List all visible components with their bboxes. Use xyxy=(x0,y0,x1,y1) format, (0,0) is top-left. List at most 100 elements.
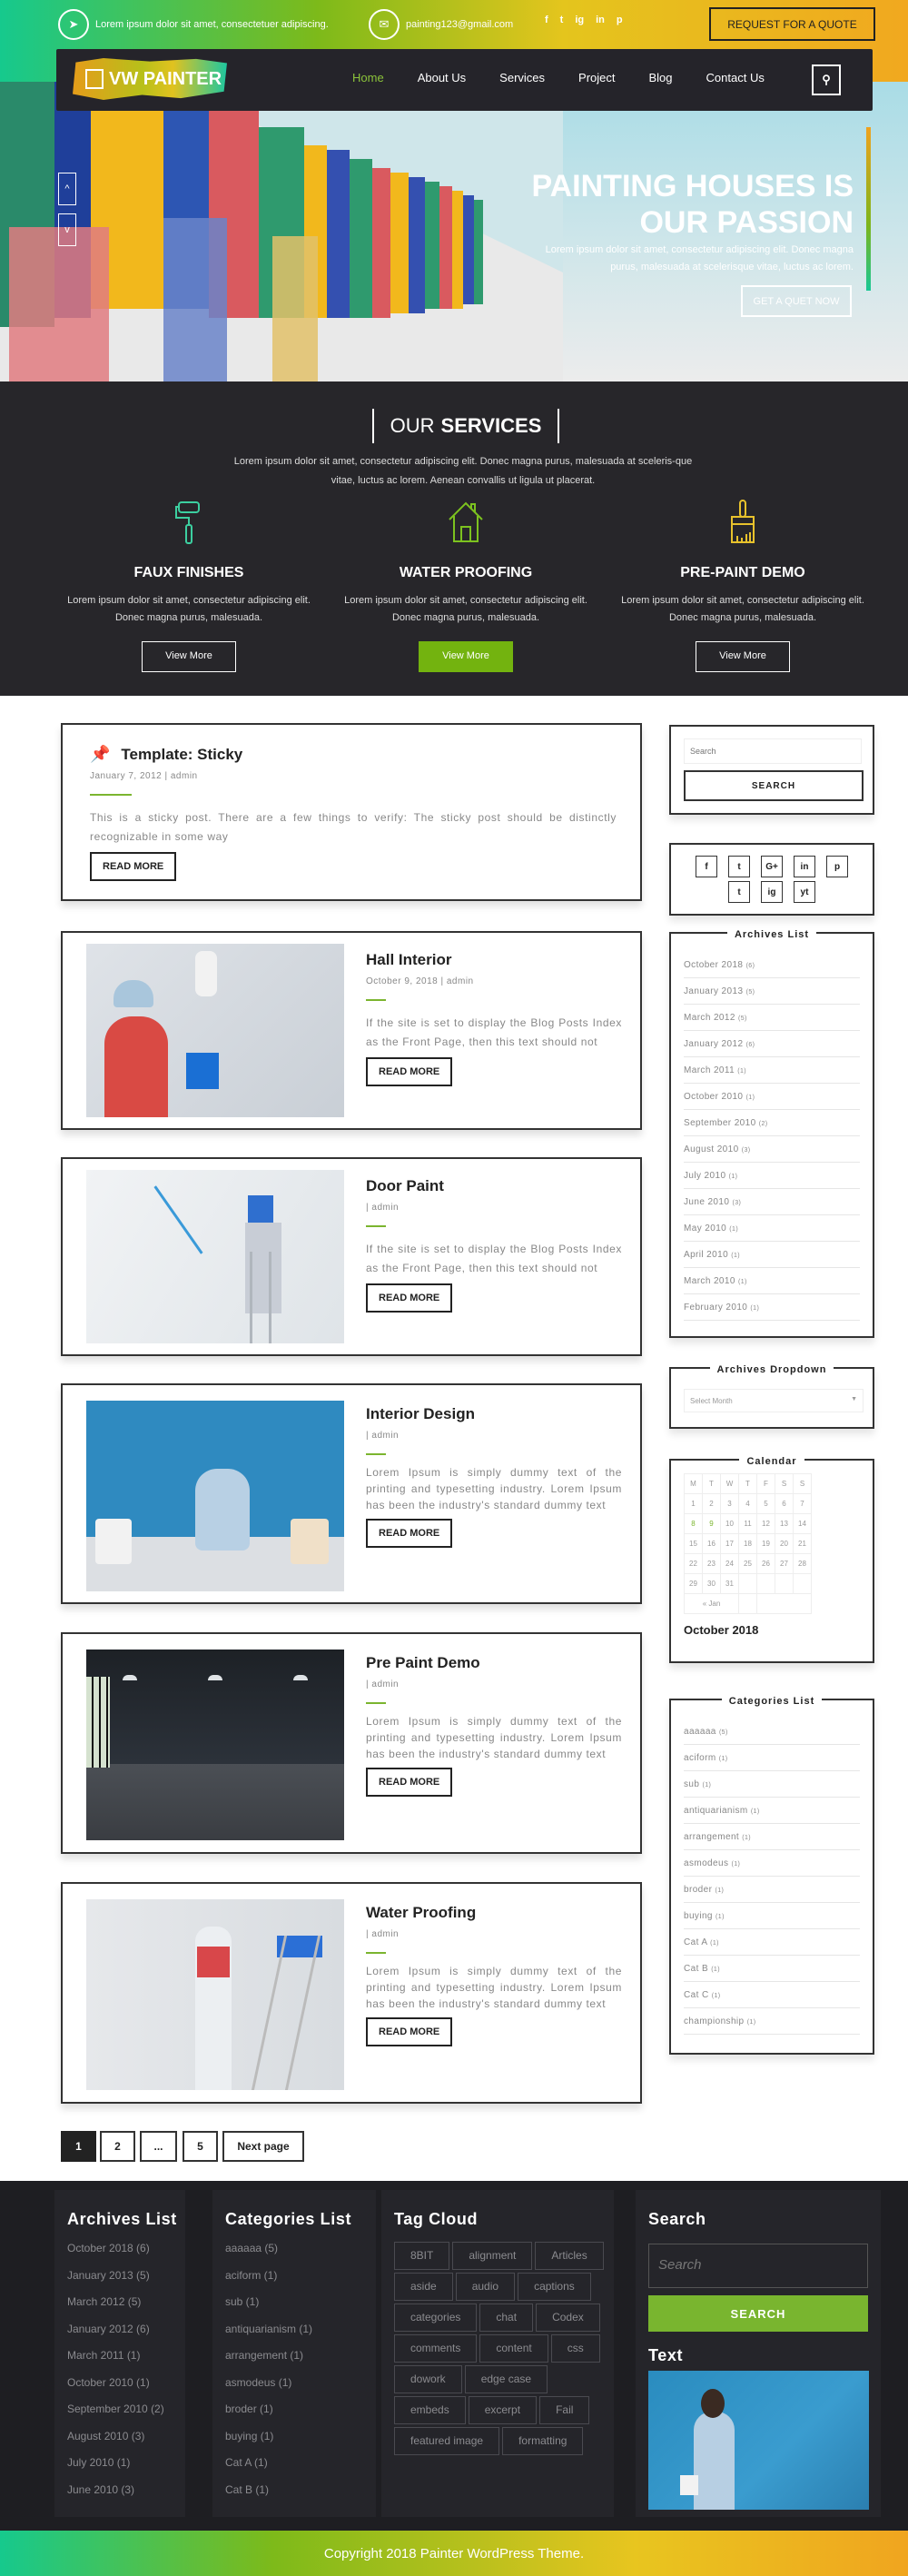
list-item-label[interactable]: March 2012 xyxy=(684,1013,738,1023)
list-item-label[interactable]: Cat A xyxy=(684,1937,710,1947)
footer-list-item[interactable]: March 2011 (1) xyxy=(67,2349,185,2376)
list-item[interactable]: Cat C (1) xyxy=(684,1982,860,2008)
post-image-water-proofing[interactable] xyxy=(86,1899,344,2090)
twitter-icon[interactable]: t xyxy=(560,15,564,25)
footer-search-input[interactable]: Search xyxy=(648,2244,868,2288)
footer-list-item[interactable]: March 2012 (5) xyxy=(67,2295,185,2323)
list-item[interactable]: Cat A (1) xyxy=(684,1929,860,1956)
pinterest-icon[interactable]: p xyxy=(826,856,848,877)
nav-blog[interactable]: Blog xyxy=(649,71,673,84)
pinterest-icon[interactable]: p xyxy=(617,15,623,25)
post-title[interactable]: Template: Sticky xyxy=(121,746,242,764)
list-item-label[interactable]: March 2010 xyxy=(684,1276,738,1286)
footer-list-item[interactable]: broder (1) xyxy=(225,2403,376,2430)
list-item-label[interactable]: broder xyxy=(684,1885,716,1895)
footer-list-item[interactable]: sub (1) xyxy=(225,2295,376,2323)
list-item[interactable]: arrangement (1) xyxy=(684,1824,860,1850)
list-item-label[interactable]: June 2010 xyxy=(684,1197,733,1207)
get-quote-button[interactable]: GET A QUET NOW xyxy=(741,285,852,317)
footer-list-item[interactable]: aaaaaa (5) xyxy=(225,2242,376,2269)
list-item[interactable]: July 2010 (1) xyxy=(684,1163,860,1189)
list-item[interactable]: January 2013 (5) xyxy=(684,978,860,1005)
instagram-icon[interactable]: ig xyxy=(575,15,584,25)
footer-search-button[interactable]: SEARCH xyxy=(648,2295,868,2332)
list-item-label[interactable]: Cat C xyxy=(684,1990,712,2000)
list-item-label[interactable]: antiquarianism xyxy=(684,1806,751,1816)
calendar-day[interactable]: 9 xyxy=(702,1513,721,1534)
page-1-button[interactable]: 1 xyxy=(61,2131,96,2162)
read-more-button[interactable]: READ MORE xyxy=(366,1519,453,1548)
page-2-button[interactable]: 2 xyxy=(100,2131,135,2162)
search-icon[interactable]: ⚲ xyxy=(812,64,841,95)
view-more-button[interactable]: View More xyxy=(696,641,790,672)
list-item[interactable]: February 2010 (1) xyxy=(684,1294,860,1321)
calendar-prev-link[interactable]: « Jan xyxy=(684,1593,739,1614)
list-item-label[interactable]: aciform xyxy=(684,1753,719,1763)
tag-link[interactable]: comments xyxy=(394,2334,478,2363)
tag-link[interactable]: edge case xyxy=(464,2365,548,2393)
tag-link[interactable]: excerpt xyxy=(468,2396,538,2424)
post-title[interactable]: Pre Paint Demo xyxy=(366,1654,622,1672)
facebook-icon[interactable]: f xyxy=(545,15,548,25)
list-item-label[interactable]: January 2013 xyxy=(684,986,746,996)
list-item[interactable]: sub (1) xyxy=(684,1771,860,1798)
footer-list-item[interactable]: buying (1) xyxy=(225,2430,376,2457)
list-item[interactable]: aciform (1) xyxy=(684,1745,860,1771)
tag-link[interactable]: formatting xyxy=(502,2427,584,2455)
footer-list-item[interactable]: arrangement (1) xyxy=(225,2349,376,2376)
footer-list-item[interactable]: aciform (1) xyxy=(225,2269,376,2296)
footer-list-item[interactable]: October 2010 (1) xyxy=(67,2376,185,2403)
tag-link[interactable]: featured image xyxy=(394,2427,500,2455)
linkedin-icon[interactable]: in xyxy=(794,856,815,877)
page-5-button[interactable]: 5 xyxy=(183,2131,218,2162)
tag-link[interactable]: aside xyxy=(394,2273,453,2301)
read-more-button[interactable]: READ MORE xyxy=(366,1283,453,1313)
footer-list-item[interactable]: January 2013 (5) xyxy=(67,2269,185,2296)
sidebar-search-input[interactable] xyxy=(684,738,862,764)
footer-list-item[interactable]: August 2010 (3) xyxy=(67,2430,185,2457)
linkedin-icon[interactable]: in xyxy=(596,15,605,25)
list-item-label[interactable]: April 2010 xyxy=(684,1250,731,1260)
facebook-icon[interactable]: f xyxy=(696,856,717,877)
list-item-label[interactable]: sub xyxy=(684,1779,703,1789)
slider-next-button[interactable]: v xyxy=(58,213,76,246)
list-item[interactable]: August 2010 (3) xyxy=(684,1136,860,1163)
view-more-button[interactable]: View More xyxy=(419,641,513,672)
list-item[interactable]: January 2012 (6) xyxy=(684,1031,860,1057)
footer-list-item[interactable]: June 2010 (3) xyxy=(67,2483,185,2511)
list-item[interactable]: asmodeus (1) xyxy=(684,1850,860,1877)
post-title[interactable]: Door Paint xyxy=(366,1177,622,1195)
list-item-label[interactable]: Cat B xyxy=(684,1964,711,1974)
list-item-label[interactable]: aaaaaa xyxy=(684,1727,719,1737)
list-item[interactable]: June 2010 (3) xyxy=(684,1189,860,1215)
list-item[interactable]: October 2010 (1) xyxy=(684,1084,860,1110)
list-item[interactable]: March 2011 (1) xyxy=(684,1057,860,1084)
tag-link[interactable]: alignment xyxy=(452,2242,533,2270)
post-image-hall-interior[interactable] xyxy=(86,944,344,1117)
list-item-label[interactable]: February 2010 xyxy=(684,1303,750,1313)
footer-list-item[interactable]: July 2010 (1) xyxy=(67,2456,185,2483)
footer-list-item[interactable]: asmodeus (1) xyxy=(225,2376,376,2403)
footer-list-item[interactable]: January 2012 (6) xyxy=(67,2323,185,2350)
post-image-interior-design[interactable] xyxy=(86,1401,344,1591)
calendar-day[interactable]: 8 xyxy=(684,1513,703,1534)
list-item-label[interactable]: May 2010 xyxy=(684,1224,729,1234)
list-item[interactable]: March 2012 (5) xyxy=(684,1005,860,1031)
list-item-label[interactable]: July 2010 xyxy=(684,1171,729,1181)
footer-list-item[interactable]: antiquarianism (1) xyxy=(225,2323,376,2350)
tag-link[interactable]: Articles xyxy=(535,2242,604,2270)
view-more-button[interactable]: View More xyxy=(142,641,236,672)
tag-link[interactable]: audio xyxy=(455,2273,516,2301)
post-image-pre-paint-demo[interactable] xyxy=(86,1650,344,1840)
read-more-button[interactable]: READ MORE xyxy=(366,1057,453,1086)
twitter-icon[interactable]: t xyxy=(728,856,750,877)
list-item[interactable]: April 2010 (1) xyxy=(684,1242,860,1268)
tag-link[interactable]: categories xyxy=(394,2304,478,2332)
list-item-label[interactable]: March 2011 xyxy=(684,1065,737,1075)
list-item[interactable]: antiquarianism (1) xyxy=(684,1798,860,1824)
footer-list-item[interactable]: October 2018 (6) xyxy=(67,2242,185,2269)
list-item[interactable]: October 2018 (6) xyxy=(684,952,860,978)
email-link[interactable]: painting123@gmail.com xyxy=(406,19,513,30)
list-item[interactable]: aaaaaa (5) xyxy=(684,1719,860,1745)
list-item-label[interactable]: buying xyxy=(684,1911,716,1921)
